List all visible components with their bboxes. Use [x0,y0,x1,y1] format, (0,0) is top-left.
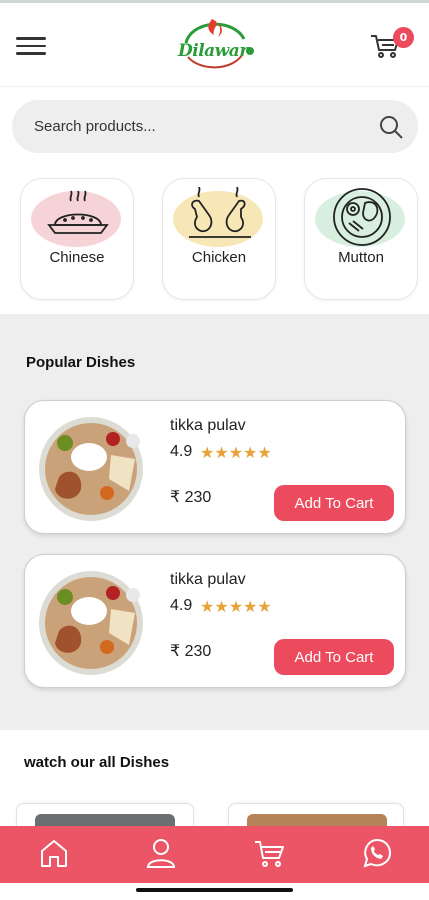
all-dishes-title: watch our all Dishes [24,754,170,771]
dish-card[interactable]: tikka pulav 4.9 ★★★★★ ₹ 230 Add To Cart [24,554,406,688]
dish-name: tikka pulav [170,417,246,434]
add-to-cart-button[interactable]: Add To Cart [274,485,394,521]
cart-icon[interactable] [252,836,286,870]
star-rating-icon: ★★★★★ [200,597,272,616]
popular-dishes-title: Popular Dishes [26,354,136,371]
dish-image [39,417,143,521]
dish-rating: 4.9 [170,597,193,614]
logo-text: Dilawar [178,41,248,61]
dish-price: ₹ 230 [170,489,212,506]
dish-rating: 4.9 [170,443,193,460]
mutton-plate-icon [333,188,391,246]
search-bar [12,100,418,153]
home-indicator [136,888,293,892]
chicken-icon [189,187,251,238]
user-icon[interactable] [144,836,178,870]
category-chicken[interactable]: Chicken [162,178,276,300]
app-header: Dilawar 0 [0,3,429,87]
dish-name: tikka pulav [170,571,246,588]
food-plate-icon [47,190,109,234]
star-rating-icon: ★★★★★ [200,443,272,462]
home-icon[interactable] [37,836,71,870]
dish-image [39,571,143,675]
cart-count-badge: 0 [393,27,414,48]
add-to-cart-button[interactable]: Add To Cart [274,639,394,675]
bottom-navigation [0,826,429,883]
hamburger-menu-icon[interactable] [16,37,46,55]
category-chinese[interactable]: Chinese [20,178,134,300]
brand-logo[interactable]: Dilawar [172,17,258,75]
category-label: Chicken [191,249,247,266]
whatsapp-icon[interactable] [359,836,393,870]
dish-price: ₹ 230 [170,643,212,660]
category-mutton[interactable]: Mutton [304,178,418,300]
search-icon[interactable] [378,114,404,140]
category-label: Chinese [49,249,105,266]
search-input[interactable] [34,100,364,153]
category-label: Mutton [338,249,384,266]
dish-card[interactable]: tikka pulav 4.9 ★★★★★ ₹ 230 Add To Cart [24,400,406,534]
